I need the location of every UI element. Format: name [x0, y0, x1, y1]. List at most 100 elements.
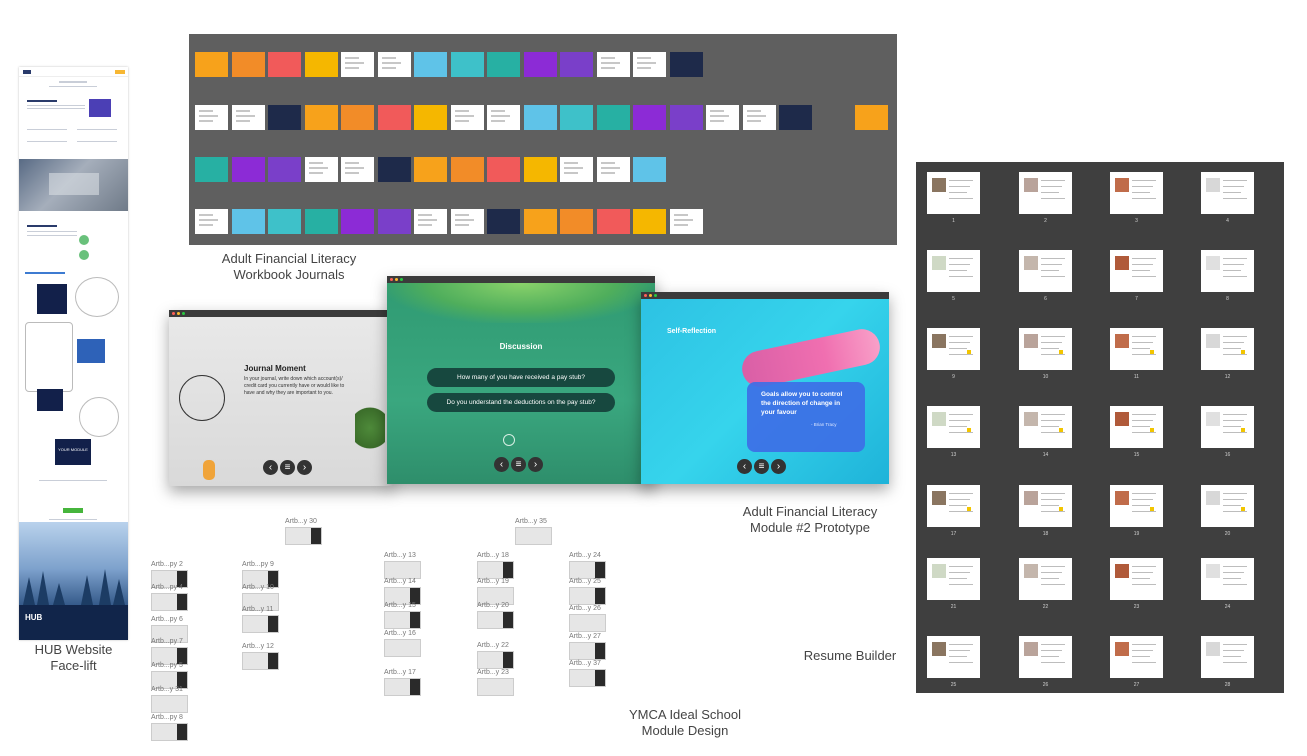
close-dot-icon[interactable] — [172, 312, 175, 315]
menu-icon[interactable]: ≡ — [280, 460, 295, 475]
artboard[interactable]: Artb...py 4 — [151, 584, 191, 612]
text-line — [1041, 656, 1059, 657]
maximize-dot-icon[interactable] — [400, 278, 403, 281]
hub-cta-button[interactable] — [63, 508, 83, 513]
text-line — [949, 426, 967, 427]
artboard[interactable]: Artb...y 20 — [477, 602, 517, 630]
text-line — [345, 172, 359, 174]
resume-page-thumb[interactable] — [1201, 328, 1254, 370]
resume-page-number: 13 — [950, 452, 957, 458]
maximize-dot-icon[interactable] — [654, 294, 657, 297]
artboard[interactable]: Artb...y 13 — [384, 552, 424, 580]
text-line — [77, 129, 117, 130]
window-titlebar — [387, 276, 655, 283]
resume-page-thumb[interactable] — [1019, 485, 1072, 527]
window-titlebar — [169, 310, 393, 317]
arrow-left-icon[interactable]: ‹ — [263, 460, 278, 475]
resume-page-thumb[interactable] — [927, 558, 980, 600]
resume-page-thumb[interactable] — [1019, 328, 1072, 370]
artboard-label: Artb...y 37 — [569, 660, 601, 667]
question-pill[interactable]: Do you understand the deductions on the … — [427, 393, 615, 412]
resume-page-thumb[interactable] — [1110, 250, 1163, 292]
resume-page-thumb[interactable] — [1110, 328, 1163, 370]
page-image — [1206, 491, 1220, 505]
minimize-dot-icon[interactable] — [177, 312, 180, 315]
resume-page-thumb[interactable] — [1201, 558, 1254, 600]
slide-heading: Self-Reflection — [667, 328, 717, 335]
resume-page-thumb[interactable] — [1201, 250, 1254, 292]
resume-page-thumb[interactable] — [1110, 485, 1163, 527]
workbook-page-thumb — [706, 105, 739, 130]
menu-icon[interactable]: ≡ — [511, 457, 526, 472]
artboard[interactable]: Artb...y 15 — [384, 602, 424, 630]
artboard[interactable]: Artb...y 27 — [569, 633, 609, 661]
workbook-page-thumb — [487, 105, 520, 130]
artboard[interactable]: Artb...y 23 — [477, 669, 517, 697]
resume-page-thumb[interactable] — [927, 406, 980, 448]
close-dot-icon[interactable] — [644, 294, 647, 297]
page-image — [932, 412, 946, 426]
hub-forest-banner: HUB — [19, 522, 128, 640]
artboard[interactable]: Artb...y 30 — [285, 518, 325, 546]
artboard-dark-panel — [177, 724, 187, 740]
arrow-right-icon[interactable]: › — [297, 460, 312, 475]
text-line — [454, 110, 469, 112]
minimize-dot-icon[interactable] — [649, 294, 652, 297]
blue-tile — [77, 339, 105, 363]
artboard[interactable]: Artb...y 24 — [569, 552, 609, 580]
resume-page-thumb[interactable] — [927, 250, 980, 292]
resume-page-thumb[interactable] — [927, 328, 980, 370]
artboard[interactable]: Artb...y 31 — [151, 686, 191, 714]
close-dot-icon[interactable] — [390, 278, 393, 281]
artboard[interactable]: Artb...y 18 — [477, 552, 517, 580]
text-line — [235, 110, 250, 112]
resume-page-thumb[interactable] — [1110, 558, 1163, 600]
resume-page-thumb[interactable] — [1201, 172, 1254, 214]
artboard-preview — [242, 615, 279, 633]
resume-page-thumb[interactable] — [1110, 406, 1163, 448]
text-line — [454, 120, 469, 122]
question-pill[interactable]: How many of you have received a pay stub… — [427, 368, 615, 387]
minimize-dot-icon[interactable] — [395, 278, 398, 281]
resume-page-number: 26 — [1042, 682, 1049, 688]
resume-page-thumb[interactable] — [1019, 406, 1072, 448]
arrow-left-icon[interactable]: ‹ — [737, 459, 752, 474]
arrow-right-icon[interactable]: › — [528, 457, 543, 472]
resume-page-thumb[interactable] — [1110, 636, 1163, 678]
resume-page-thumb[interactable] — [1019, 250, 1072, 292]
resume-page-thumb[interactable] — [1201, 406, 1254, 448]
text-line — [418, 214, 432, 216]
artboard[interactable]: Artb...y 17 — [384, 669, 424, 697]
artboard[interactable]: Artb...y 22 — [477, 642, 517, 670]
artboard[interactable]: Artb...y 26 — [569, 605, 609, 633]
resume-page-thumb[interactable] — [1110, 172, 1163, 214]
artboard[interactable]: Artb...y 37 — [569, 660, 609, 688]
text-line — [1223, 276, 1247, 277]
artboard[interactable]: Artb...y 25 — [569, 578, 609, 606]
resume-page-thumb[interactable] — [927, 636, 980, 678]
resume-page-thumb[interactable] — [927, 485, 980, 527]
text-line — [1132, 186, 1153, 187]
resume-page-thumb[interactable] — [1019, 558, 1072, 600]
arrow-right-icon[interactable]: › — [771, 459, 786, 474]
artboard-label: Artb...y 19 — [477, 578, 509, 585]
text-line — [1041, 644, 1065, 645]
maximize-dot-icon[interactable] — [182, 312, 185, 315]
resume-page-thumb[interactable] — [1019, 636, 1072, 678]
artboard[interactable]: Artb...y 35 — [515, 518, 555, 546]
resume-page-thumb[interactable] — [1019, 172, 1072, 214]
artboard[interactable]: Artb...y 12 — [242, 643, 282, 671]
menu-icon[interactable]: ≡ — [754, 459, 769, 474]
text-line — [949, 420, 970, 421]
artboard[interactable]: Artb...y 16 — [384, 630, 424, 658]
text-line — [345, 57, 359, 59]
artboard[interactable]: Artb...y 11 — [242, 606, 282, 634]
resume-page-number: 15 — [1133, 452, 1140, 458]
artboard[interactable]: Artb...py 8 — [151, 714, 191, 742]
dollar-icon — [503, 434, 515, 446]
arrow-left-icon[interactable]: ‹ — [494, 457, 509, 472]
artboard-label: Artb...y 27 — [569, 633, 601, 640]
resume-page-thumb[interactable] — [1201, 485, 1254, 527]
resume-page-thumb[interactable] — [927, 172, 980, 214]
resume-page-thumb[interactable] — [1201, 636, 1254, 678]
